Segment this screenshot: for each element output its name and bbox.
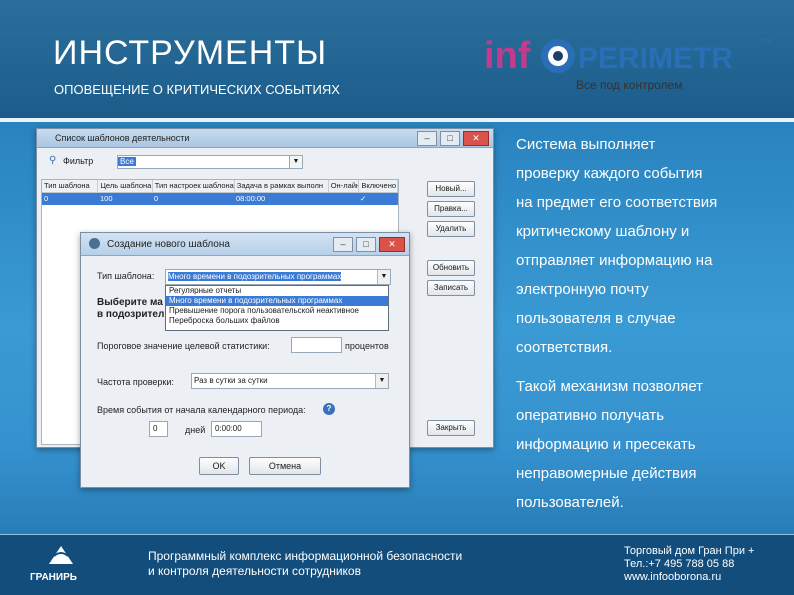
threshold-unit: процентов [345,341,389,351]
chevron-down-icon[interactable]: ▼ [375,374,388,388]
granit-logo: ГРАНИРЬ [26,542,96,590]
trademark-label: TM [760,39,770,46]
contact-line-1: Торговый дом Гран При + [624,545,755,557]
table-cell: 0 [44,194,49,203]
select-hint-1: Выберите ма [97,297,163,308]
app-icon [89,238,100,249]
filter-select[interactable]: Все [117,155,291,169]
contact-line-2: Тел.:+7 495 788 05 88 [624,558,735,570]
dropdown-option[interactable]: Переброска больших файлов [166,316,388,326]
description-line: информацию и пресекать [516,436,696,453]
table-header: Тип шаблона Цель шаблона Тип настроек ша… [42,180,398,193]
filter-label: Фильтр [63,156,94,166]
dialog-title: Создание нового шаблона [107,239,230,250]
description-line: соответствия. [516,339,613,356]
description-line: отправляет информацию на [516,252,713,269]
threshold-input[interactable] [291,337,342,353]
days-input[interactable]: 0 [149,421,168,437]
column-header[interactable]: Тип настроек шаблона [153,180,235,192]
frequency-select[interactable]: Раз в сутки за сутки ▼ [191,373,389,389]
chevron-down-icon[interactable]: ▼ [289,155,303,169]
refresh-button[interactable]: Обновить [427,260,475,276]
dropdown-option[interactable]: Много времени в подозрительных программа… [166,296,388,306]
filter-value: Все [118,157,136,166]
filter-icon: ⚲ [49,155,57,166]
description-line: проверку каждого события [516,165,703,182]
description-line: электронную почту [516,281,649,298]
threshold-label: Пороговое значение целевой статистики: [97,341,270,351]
svg-text:PERIMETR: PERIMETR [578,42,733,75]
days-unit: дней [185,425,206,435]
table-cell: 0 [154,194,159,203]
delete-template-button[interactable]: Удалить [427,221,475,237]
minimize-button[interactable]: – [417,131,437,146]
minimize-button[interactable]: – [333,237,353,252]
time-input[interactable]: 0:00:00 [211,421,262,437]
event-time-label: Время события от начала календарного пер… [97,405,306,415]
templates-window-titlebar: Список шаблонов деятельности – □ ✕ [37,129,493,148]
table-cell: 08:00:00 [236,194,266,203]
description-text: Система выполняет проверку каждого событ… [516,130,786,517]
chevron-down-icon[interactable]: ▼ [377,270,390,284]
column-header[interactable]: Он-лайн [329,180,360,192]
templates-window-title: Список шаблонов деятельности [55,133,190,143]
column-header[interactable]: Включено [359,180,398,192]
column-header[interactable]: Задача в рамках выполн [235,180,329,192]
close-window-button[interactable]: Закрыть [427,420,475,436]
help-icon[interactable]: ? [323,403,335,415]
header-divider [0,118,794,122]
description-line: критическому шаблону и [516,223,690,240]
column-header[interactable]: Тип шаблона [42,180,99,192]
save-button[interactable]: Записать [427,280,475,296]
close-button[interactable]: ✕ [379,237,405,252]
product-line-2: и контроля деятельности сотрудников [148,564,361,578]
product-line-1: Программный комплекс информационной безо… [148,549,463,563]
page-title: ИНСТРУМЕНТЫ [53,34,328,72]
table-cell: 100 [100,194,113,203]
select-hint-2: в подозрител [97,309,165,320]
description-line: Система выполняет [516,136,656,153]
maximize-button[interactable]: □ [440,131,460,146]
frequency-label: Частота проверки: [97,377,174,387]
column-header[interactable]: Цель шаблона [98,180,153,192]
logo-tagline: Все под контролем [576,78,683,92]
infoperimetr-logo: inf PERIMETR TM Все под контролем [478,30,778,100]
add-template-button[interactable]: Новый... [427,181,475,197]
svg-text:inf: inf [484,35,531,77]
template-type-value: Много времени в подозрительных программа… [168,272,342,281]
description-line: Такой механизм позволяет [516,378,704,395]
table-cell: ✓ [360,194,367,203]
template-type-label: Тип шаблона: [97,271,155,281]
description-line: пользователей. [516,494,624,511]
edit-template-button[interactable]: Правка... [427,201,475,217]
frequency-value: Раз в сутки за сутки [194,376,268,385]
description-line: на предмет его соответствия [516,194,718,211]
cancel-button[interactable]: Отмена [249,457,321,475]
website-link[interactable]: www.infooborona.ru [624,571,754,584]
product-description: Программный комплекс информационной безо… [148,549,462,579]
maximize-button[interactable]: □ [356,237,376,252]
dialog-titlebar: Создание нового шаблона – □ ✕ [81,233,409,256]
close-button[interactable]: ✕ [463,131,489,146]
table-row[interactable]: 0 100 0 08:00:00 ✓ [42,193,398,205]
dropdown-option[interactable]: Превышение порога пользовательской неакт… [166,306,388,316]
contact-info: Торговый дом Гран При + Тел.:+7 495 788 … [624,545,754,584]
create-template-dialog: Создание нового шаблона – □ ✕ Тип шаблон… [80,232,410,488]
dropdown-option[interactable]: Регулярные отчеты [166,286,388,296]
table-cell [328,193,358,205]
template-type-select[interactable]: Много времени в подозрительных программа… [165,269,391,285]
description-line: оперативно получать [516,407,665,424]
ok-button[interactable]: OK [199,457,239,475]
description-line: неправомерные действия [516,465,697,482]
template-type-dropdown: Регулярные отчеты Много времени в подозр… [165,285,389,331]
page-subtitle: ОПОВЕЩЕНИЕ О КРИТИЧЕСКИХ СОБЫТИЯХ [54,82,340,97]
granit-wordmark: ГРАНИРЬ [30,572,77,583]
description-line: пользователя в случае [516,310,676,327]
